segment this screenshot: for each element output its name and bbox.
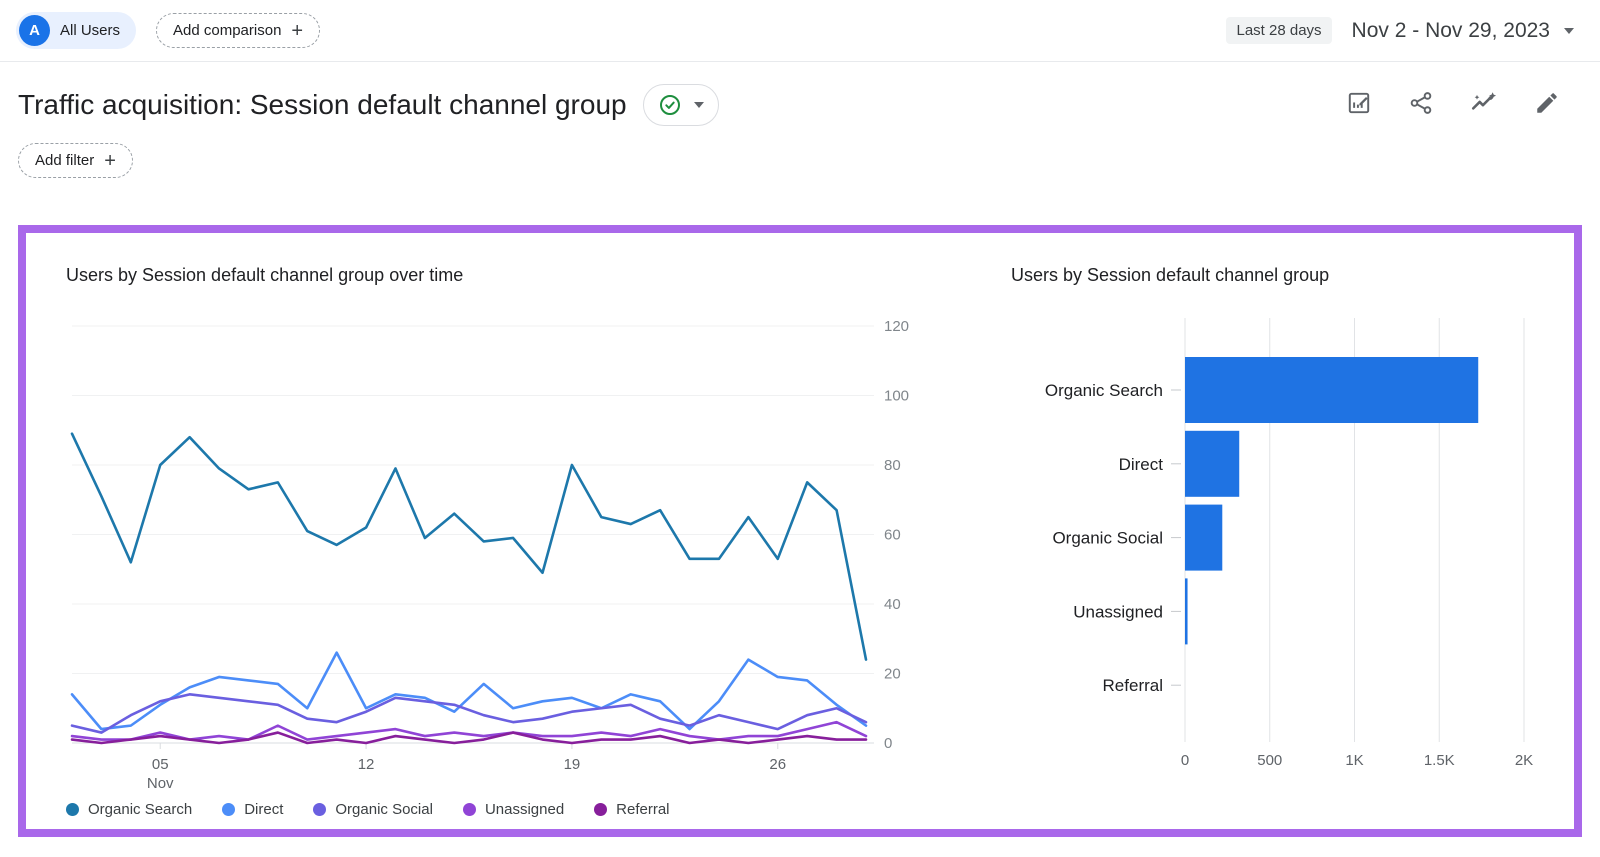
plus-icon: + [104,154,116,168]
customize-report-icon[interactable] [1346,90,1372,121]
add-filter-label: Add filter [35,152,94,169]
legend-item[interactable]: Organic Social [313,801,433,818]
all-users-label: All Users [60,22,120,39]
svg-text:100: 100 [884,388,909,405]
users-by-channel-bar-chart[interactable]: 0 500 1K 1.5K 2K Organic Search Direct Organic … [1011,295,1571,785]
legend-dot-icon [313,803,326,816]
legend-label: Organic Search [88,801,192,818]
svg-text:2K: 2K [1515,752,1533,769]
date-range-preset-badge: Last 28 days [1226,17,1331,44]
svg-text:500: 500 [1257,752,1282,769]
edit-icon[interactable] [1534,90,1560,121]
insights-icon[interactable] [1470,90,1498,121]
line-chart-title: Users by Session default channel group o… [66,265,463,286]
check-circle-icon [658,93,682,117]
svg-text:20: 20 [884,666,901,683]
legend-dot-icon [594,803,607,816]
svg-text:1K: 1K [1345,752,1363,769]
legend-label: Referral [616,801,669,818]
add-comparison-button[interactable]: Add comparison + [156,13,320,48]
legend-item[interactable]: Unassigned [463,801,564,818]
all-users-chip[interactable]: A All Users [16,12,136,49]
avatar: A [19,15,50,46]
legend-item[interactable]: Direct [222,801,283,818]
users-over-time-line-chart[interactable]: 0 20 40 60 80 100 120 05 Nov 12 19 26 [66,297,946,797]
add-comparison-label: Add comparison [173,22,281,39]
legend-dot-icon [463,803,476,816]
svg-text:0: 0 [1181,752,1189,769]
chevron-down-icon [1564,28,1574,34]
svg-text:05: 05 [152,756,169,773]
svg-text:80: 80 [884,457,901,474]
date-range-picker[interactable]: Nov 2 - Nov 29, 2023 [1352,19,1574,43]
legend-item[interactable]: Organic Search [66,801,192,818]
report-header: Traffic acquisition: Session default cha… [18,84,1570,126]
svg-text:120: 120 [884,318,909,335]
add-filter-button[interactable]: Add filter + [18,143,133,178]
svg-text:19: 19 [564,756,581,773]
share-icon[interactable] [1408,90,1434,121]
svg-text:Direct: Direct [1119,455,1164,474]
svg-text:Referral: Referral [1103,676,1163,695]
top-bar: A All Users Add comparison + Last 28 day… [0,0,1600,62]
svg-text:Organic Social: Organic Social [1052,529,1163,548]
svg-text:1.5K: 1.5K [1424,752,1455,769]
date-range-value: Nov 2 - Nov 29, 2023 [1352,19,1550,43]
svg-text:40: 40 [884,596,901,613]
report-status-pill[interactable] [643,84,719,126]
legend-label: Unassigned [485,801,564,818]
legend-label: Direct [244,801,283,818]
legend-dot-icon [222,803,235,816]
legend-dot-icon [66,803,79,816]
svg-text:26: 26 [769,756,786,773]
svg-text:Nov: Nov [147,775,174,792]
line-chart-legend: Organic Search Direct Organic Social Unassi… [66,801,670,818]
legend-item[interactable]: Referral [594,801,669,818]
report-toolbar [1346,90,1570,121]
svg-text:60: 60 [884,527,901,544]
plus-icon: + [291,24,303,38]
bar-chart-title: Users by Session default channel group [1011,265,1329,286]
page-title: Traffic acquisition: Session default cha… [18,89,627,121]
svg-text:Organic Search: Organic Search [1045,381,1163,400]
svg-text:Unassigned: Unassigned [1073,602,1163,621]
svg-text:12: 12 [358,756,375,773]
svg-text:0: 0 [884,735,892,752]
legend-label: Organic Social [335,801,433,818]
charts-panel: Users by Session default channel group o… [18,225,1582,837]
chevron-down-icon [694,102,704,108]
